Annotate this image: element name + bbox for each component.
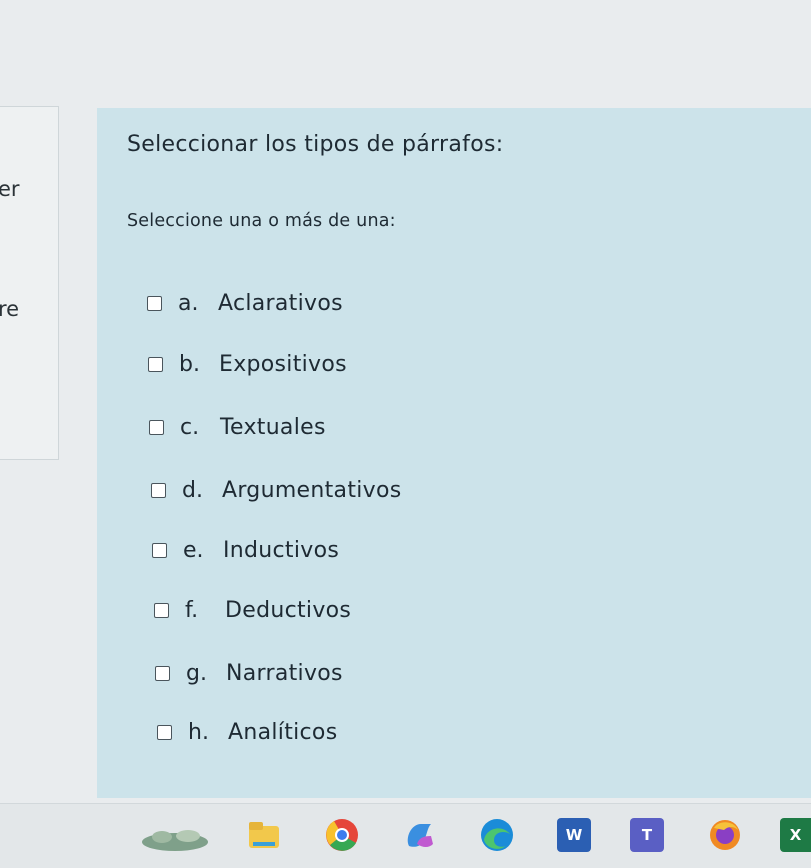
option-f-checkbox[interactable] [154,602,169,618]
option-b-checkbox[interactable] [148,356,163,372]
teams-icon[interactable]: T [630,818,664,852]
weather-widget-icon[interactable] [140,822,210,852]
chrome-icon[interactable] [325,818,359,852]
option-g-label: Narrativos [226,660,343,686]
option-c-letter: c. [180,414,200,440]
option-a-letter: a. [178,290,199,316]
word-icon-letter: W [565,826,583,844]
option-h[interactable]: h. Analíticos [157,719,337,745]
left-navigation-panel: er re [0,106,59,460]
left-panel-fragment-2: re [0,297,20,321]
question-panel: Seleccionar los tipos de párrafos: Selec… [97,108,811,798]
left-panel-fragment-1: er [0,177,20,201]
option-b-letter: b. [179,351,200,377]
option-h-checkbox[interactable] [157,724,172,740]
option-d-label: Argumentativos [222,477,402,503]
option-g[interactable]: g. Narrativos [155,660,343,686]
option-c[interactable]: c. Textuales [149,414,326,440]
option-e[interactable]: e. Inductivos [152,537,339,563]
option-g-checkbox[interactable] [155,665,170,681]
question-instruction: Seleccione una o más de una: [127,211,396,231]
question-title: Seleccionar los tipos de párrafos: [127,132,504,157]
option-h-letter: h. [188,719,209,745]
option-d[interactable]: d. Argumentativos [151,477,402,503]
option-h-label: Analíticos [228,719,338,745]
option-d-letter: d. [182,477,203,503]
option-f[interactable]: f. Deductivos [154,597,351,623]
copilot-icon[interactable] [403,818,437,852]
option-e-checkbox[interactable] [152,542,167,558]
excel-icon-letter: X [789,826,802,844]
option-e-label: Inductivos [223,537,340,563]
option-g-letter: g. [186,660,207,686]
option-a-checkbox[interactable] [147,295,162,311]
option-f-label: Deductivos [225,597,352,623]
option-a-label: Aclarativos [218,290,343,316]
teams-icon-letter: T [641,826,653,844]
option-b[interactable]: b. Expositivos [148,351,347,377]
option-f-letter: f. [185,597,199,623]
option-e-letter: e. [183,537,204,563]
file-explorer-icon[interactable] [247,818,281,852]
word-icon[interactable]: W [557,818,591,852]
option-d-checkbox[interactable] [151,482,166,498]
option-a[interactable]: a. Aclarativos [147,290,343,316]
edge-icon[interactable] [480,818,514,852]
taskbar: W T X [0,803,811,868]
excel-icon[interactable]: X [780,818,811,852]
option-c-checkbox[interactable] [149,419,164,435]
option-c-label: Textuales [220,414,326,440]
option-b-label: Expositivos [219,351,347,377]
firefox-icon[interactable] [708,818,742,852]
